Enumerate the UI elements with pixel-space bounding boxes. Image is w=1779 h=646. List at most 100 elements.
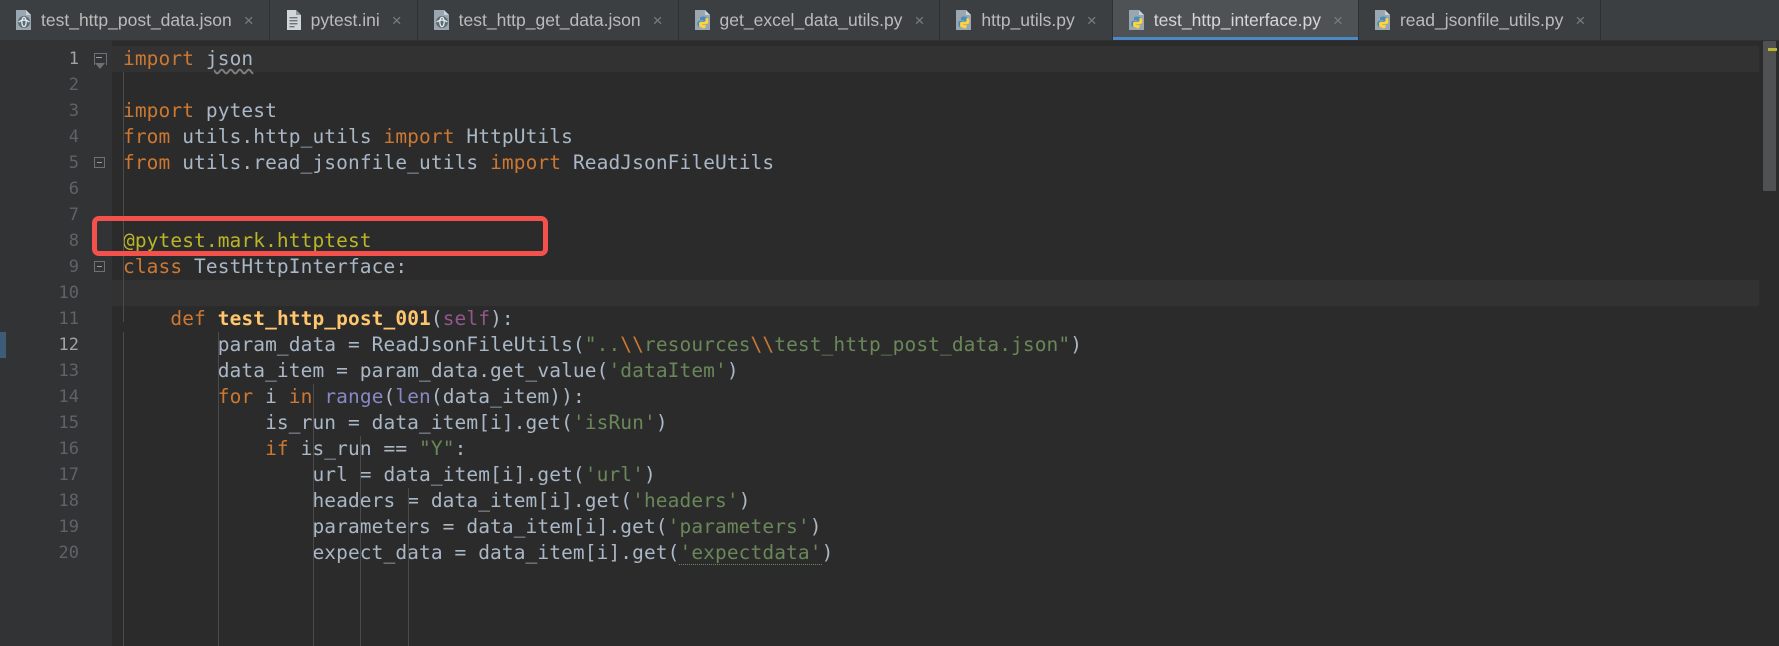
code-line[interactable]: import json xyxy=(112,46,1759,72)
warning-marker[interactable] xyxy=(1768,48,1777,51)
line-number: 4 xyxy=(68,127,79,147)
fold-slot xyxy=(90,384,112,410)
fold-slot xyxy=(90,280,112,306)
fold-slot xyxy=(90,332,112,358)
ide-window: test_http_post_data.json × pytest.ini × xyxy=(0,0,1779,646)
scrollbar-thumb[interactable] xyxy=(1763,41,1776,191)
line-number-gutter: 1 2 3 4 5 6 7 8 9 10 11 12 13 14 15 16 1… xyxy=(6,41,90,646)
line-number: 10 xyxy=(58,283,79,303)
tab-read_jsonfile_utils-py[interactable]: read_jsonfile_utils.py × xyxy=(1358,0,1602,40)
code-line[interactable]: from utils.read_jsonfile_utils import Re… xyxy=(112,150,1759,176)
indent-guide xyxy=(360,436,361,646)
code-line[interactable]: def test_http_post_001(self): xyxy=(112,306,1759,332)
fold-slot xyxy=(90,514,112,540)
fold-collapse-icon[interactable] xyxy=(94,157,105,168)
fold-slot xyxy=(90,176,112,202)
indent-guide xyxy=(123,72,124,322)
line-number: 8 xyxy=(68,231,79,251)
code-line[interactable] xyxy=(112,176,1759,202)
tab-http_utils-py[interactable]: http_utils.py × xyxy=(940,0,1113,40)
line-number: 9 xyxy=(68,257,79,277)
tab-close-icon[interactable]: × xyxy=(242,12,256,29)
fold-slot xyxy=(90,358,112,384)
python-file-icon xyxy=(954,9,973,31)
ini-file-icon xyxy=(284,9,303,31)
tab-test_http_post_data-json[interactable]: test_http_post_data.json × xyxy=(0,0,270,40)
fold-slot xyxy=(90,98,112,124)
code-line[interactable] xyxy=(112,72,1759,98)
fold-slot xyxy=(90,436,112,462)
line-number: 19 xyxy=(58,517,79,537)
editor-tab-bar: test_http_post_data.json × pytest.ini × xyxy=(0,0,1779,41)
tab-test_http_interface-py[interactable]: test_http_interface.py × xyxy=(1112,0,1359,40)
tab-label: test_http_get_data.json xyxy=(458,9,641,30)
fold-slot xyxy=(90,202,112,228)
tab-close-icon[interactable]: × xyxy=(1085,12,1099,29)
python-file-icon xyxy=(1127,9,1146,31)
tab-label: http_utils.py xyxy=(981,9,1075,30)
fold-slot xyxy=(90,124,112,150)
line-number: 3 xyxy=(68,101,79,121)
line-number: 7 xyxy=(68,205,79,225)
fold-slot xyxy=(90,306,112,332)
line-number: 18 xyxy=(58,491,79,511)
tab-label: test_http_post_data.json xyxy=(41,9,232,30)
tab-close-icon[interactable]: × xyxy=(651,12,665,29)
code-line[interactable]: param_data = ReadJsonFileUtils("..\\reso… xyxy=(112,332,1759,358)
fold-slot xyxy=(90,488,112,514)
indent-guide xyxy=(408,488,409,646)
active-tab-underline xyxy=(1112,37,1358,40)
indent-guide xyxy=(123,332,124,646)
tab-test_http_get_data-json[interactable]: test_http_get_data.json × xyxy=(417,0,679,40)
tab-label: pytest.ini xyxy=(310,9,380,30)
fold-slot xyxy=(90,410,112,436)
line-number: 1 xyxy=(68,49,79,69)
indent-guide xyxy=(218,332,219,646)
line-number: 2 xyxy=(68,75,79,95)
python-file-icon xyxy=(1373,9,1392,31)
line-number: 11 xyxy=(58,309,79,329)
tab-label: read_jsonfile_utils.py xyxy=(1399,9,1564,30)
tab-close-icon[interactable]: × xyxy=(912,12,926,29)
tab-pytest-ini[interactable]: pytest.ini × xyxy=(269,0,418,40)
fold-slot xyxy=(90,254,112,280)
line-number: 20 xyxy=(58,543,79,563)
line-number: 16 xyxy=(58,439,79,459)
code-folding-gutter[interactable] xyxy=(90,41,112,646)
fold-slot xyxy=(90,72,112,98)
tab-label: get_excel_data_utils.py xyxy=(719,9,903,30)
indent-guide xyxy=(313,384,314,646)
fold-slot xyxy=(90,228,112,254)
tab-close-icon[interactable]: × xyxy=(1573,12,1587,29)
code-line[interactable]: from utils.http_utils import HttpUtils xyxy=(112,124,1759,150)
line-number: 12 xyxy=(58,335,79,355)
fold-slot xyxy=(90,150,112,176)
fold-slot xyxy=(90,540,112,566)
line-number: 17 xyxy=(58,465,79,485)
line-number: 13 xyxy=(58,361,79,381)
fold-collapse-icon[interactable] xyxy=(94,261,105,272)
code-editor[interactable]: 1 2 3 4 5 6 7 8 9 10 11 12 13 14 15 16 1… xyxy=(0,41,1779,646)
code-line[interactable] xyxy=(112,202,1759,228)
fold-region-tip-icon xyxy=(94,63,105,69)
json-file-icon xyxy=(432,9,451,31)
code-line[interactable]: for i in range(len(data_item)): xyxy=(112,384,1759,410)
editor-scrollbar[interactable] xyxy=(1759,41,1779,646)
code-content[interactable]: import json import pytest from utils.htt… xyxy=(112,41,1759,646)
code-line-decorator[interactable]: @pytest.mark.httptest xyxy=(112,228,1759,254)
code-line[interactable]: import pytest xyxy=(112,98,1759,124)
line-number: 14 xyxy=(58,387,79,407)
tab-close-icon[interactable]: × xyxy=(390,12,404,29)
json-file-icon xyxy=(14,9,33,31)
code-line[interactable]: class TestHttpInterface: xyxy=(112,254,1759,280)
python-file-icon xyxy=(693,9,712,31)
line-number: 6 xyxy=(68,179,79,199)
code-line[interactable]: is_run = data_item[i].get('isRun') xyxy=(112,410,1759,436)
code-line[interactable]: data_item = param_data.get_value('dataIt… xyxy=(112,358,1759,384)
tab-label: test_http_interface.py xyxy=(1153,9,1322,30)
tab-get_excel_data_utils-py[interactable]: get_excel_data_utils.py × xyxy=(678,0,941,40)
line-number: 15 xyxy=(58,413,79,433)
code-line[interactable] xyxy=(112,280,1759,306)
fold-slot xyxy=(90,46,112,72)
tab-close-icon[interactable]: × xyxy=(1331,12,1345,29)
